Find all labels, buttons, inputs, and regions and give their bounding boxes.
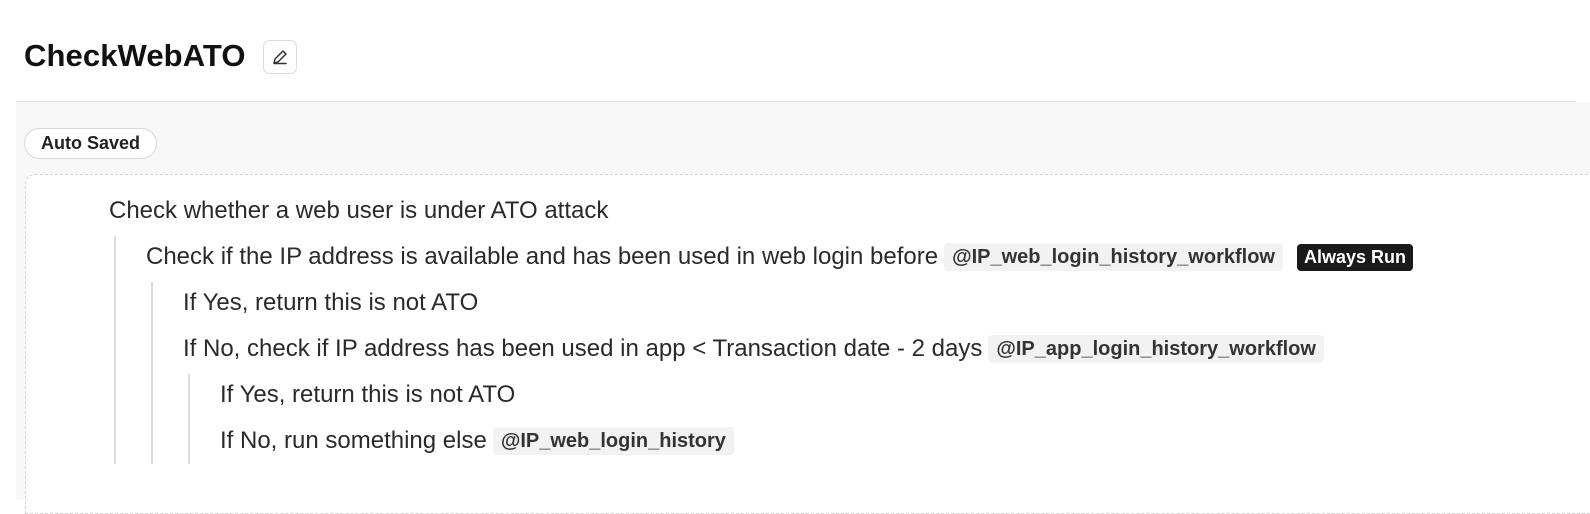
step-text: Check if the IP address is available and…: [146, 243, 939, 270]
step-text: If No, check if IP address has been used…: [183, 335, 983, 362]
page-title: CheckWebATO: [24, 38, 246, 73]
step-text: If Yes, return this is not ATO: [220, 381, 516, 408]
workflow-step[interactable]: If No, run something else @IP_web_login_…: [220, 424, 734, 458]
indent-guide: [188, 374, 190, 464]
pencil-icon: [273, 50, 287, 65]
header: CheckWebATO: [0, 0, 1590, 102]
workflow-step[interactable]: If Yes, return this is not ATO: [183, 286, 478, 320]
workflow-step[interactable]: Check whether a web user is under ATO at…: [109, 194, 608, 228]
workflow-reference[interactable]: @IP_web_login_history_workflow: [944, 243, 1283, 271]
indent-guide: [151, 282, 153, 464]
edit-title-button[interactable]: [263, 40, 297, 74]
step-text: Check whether a web user is under ATO at…: [109, 197, 609, 224]
workflow-step[interactable]: If Yes, return this is not ATO: [220, 378, 515, 412]
workflow-step[interactable]: If No, check if IP address has been used…: [183, 332, 1324, 366]
workflow-reference[interactable]: @IP_app_login_history_workflow: [988, 335, 1324, 363]
always-run-tag: Always Run: [1296, 243, 1414, 271]
status-badge: Auto Saved: [24, 128, 158, 159]
indent-guide: [114, 236, 116, 464]
workflow-step[interactable]: Check if the IP address is available and…: [146, 240, 1414, 274]
step-text: If Yes, return this is not ATO: [183, 289, 479, 316]
step-text: If No, run something else: [220, 427, 487, 454]
workflow-reference[interactable]: @IP_web_login_history: [492, 427, 734, 455]
